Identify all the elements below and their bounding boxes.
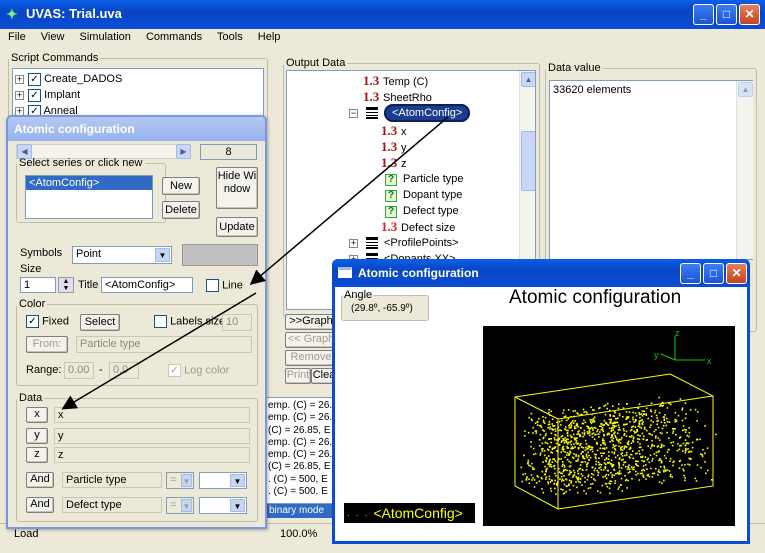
arrow-to-data: [61, 292, 257, 410]
annotation-arrows: [61, 116, 449, 410]
arrow-to-graph: [249, 116, 449, 285]
